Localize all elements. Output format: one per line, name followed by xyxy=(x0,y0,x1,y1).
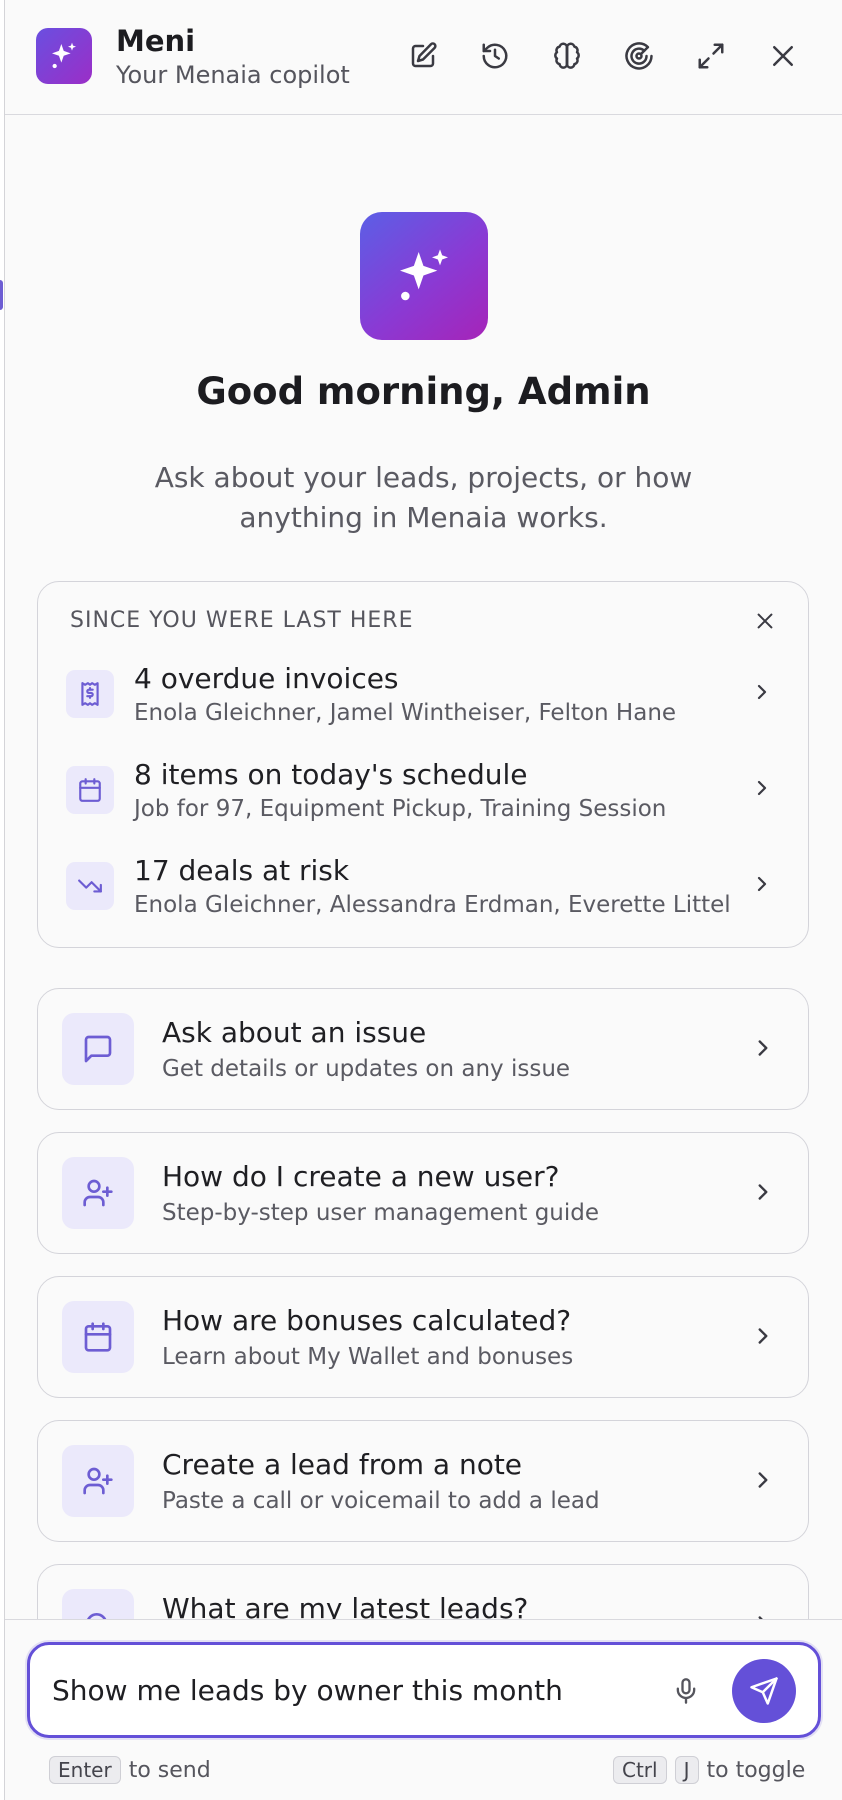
chevron-right-icon xyxy=(750,1323,776,1353)
j-key: J xyxy=(674,1756,699,1784)
summary-item-deals-at-risk[interactable]: 17 deals at risk Enola Gleichner, Alessa… xyxy=(38,854,808,944)
suggestion-ask-issue[interactable]: Ask about an issue Get details or update… xyxy=(37,988,809,1110)
summary-detail: Enola Gleichner, Alessandra Erdman, Ever… xyxy=(134,892,731,918)
sparkles-icon xyxy=(360,212,488,340)
sparkles-icon xyxy=(36,28,92,84)
intro-text: Ask about your leads, projects, or how a… xyxy=(154,461,693,534)
panel-title: Meni xyxy=(116,24,196,58)
chevron-right-icon xyxy=(750,872,774,900)
message-input[interactable] xyxy=(52,1665,652,1715)
chevron-right-icon xyxy=(750,680,774,708)
panel-header: Meni Your Menaia copilot xyxy=(5,0,842,115)
history-button[interactable] xyxy=(473,34,517,78)
send-icon xyxy=(750,1677,778,1705)
memory-button[interactable] xyxy=(545,34,589,78)
suggestion-detail: Paste a call or voicemail to add a lead xyxy=(162,1488,600,1514)
ctrl-key: Ctrl xyxy=(613,1756,667,1784)
close-icon xyxy=(757,613,773,629)
history-icon xyxy=(482,43,508,69)
summary-detail: Job for 97, Equipment Pickup, Training S… xyxy=(134,796,667,822)
microphone-icon xyxy=(676,1678,696,1704)
user-plus-icon xyxy=(62,1157,134,1229)
chevron-right-icon xyxy=(750,1035,776,1065)
suggestion-detail: Step-by-step user management guide xyxy=(162,1200,600,1226)
since-heading: SINCE YOU WERE LAST HERE xyxy=(70,608,414,633)
background-indicator xyxy=(0,280,3,310)
invoice-icon xyxy=(66,670,114,718)
summary-title: 8 items on today's schedule xyxy=(134,758,528,791)
summary-title: 17 deals at risk xyxy=(134,854,350,887)
radar-icon xyxy=(625,42,653,70)
panel-subtitle: Your Menaia copilot xyxy=(116,61,350,89)
chevron-right-icon xyxy=(750,1179,776,1209)
expand-button[interactable] xyxy=(689,34,733,78)
message-icon xyxy=(62,1013,134,1085)
calendar-icon xyxy=(66,766,114,814)
chevron-right-icon xyxy=(750,1467,776,1497)
toggle-hint-text: to toggle xyxy=(706,1757,806,1783)
voice-input-button[interactable] xyxy=(664,1669,708,1713)
dismiss-summary-button[interactable] xyxy=(750,606,780,636)
since-last-visit-card: SINCE YOU WERE LAST HERE 4 overdue invoi… xyxy=(37,581,809,948)
focus-button[interactable] xyxy=(617,34,661,78)
suggestion-bonuses[interactable]: How are bonuses calculated? Learn about … xyxy=(37,1276,809,1398)
brain-icon xyxy=(554,42,580,69)
summary-item-overdue-invoices[interactable]: 4 overdue invoices Enola Gleichner, Jame… xyxy=(38,662,808,752)
suggestion-detail: Get details or updates on any issue xyxy=(162,1056,571,1082)
suggestion-lead-from-note[interactable]: Create a lead from a note Paste a call o… xyxy=(37,1420,809,1542)
summary-item-schedule[interactable]: 8 items on today's schedule Job for 97, … xyxy=(38,758,808,848)
suggestion-title: How do I create a new user? xyxy=(162,1160,560,1193)
suggestion-detail: Learn about My Wallet and bonuses xyxy=(162,1344,574,1370)
message-composer xyxy=(27,1642,821,1738)
calendar-icon xyxy=(62,1301,134,1373)
expand-icon xyxy=(698,43,724,69)
close-icon xyxy=(773,46,793,66)
chevron-right-icon xyxy=(750,776,774,804)
enter-key: Enter xyxy=(49,1756,121,1784)
send-hint-text: to send xyxy=(128,1757,211,1783)
summary-detail: Enola Gleichner, Jamel Wintheiser, Felto… xyxy=(134,700,677,726)
suggestion-create-user[interactable]: How do I create a new user? Step-by-step… xyxy=(37,1132,809,1254)
user-plus-icon xyxy=(62,1445,134,1517)
composer-area: Enter to send Ctrl J to toggle xyxy=(5,1619,842,1800)
copilot-panel: Meni Your Menaia copilot Good morning, A… xyxy=(5,0,842,1800)
suggestion-title: Ask about an issue xyxy=(162,1016,427,1049)
greeting: Good morning, Admin xyxy=(196,370,651,413)
summary-title: 4 overdue invoices xyxy=(134,662,399,695)
send-hint: Enter to send xyxy=(49,1756,211,1784)
suggestion-title: How are bonuses calculated? xyxy=(162,1304,572,1337)
send-button[interactable] xyxy=(732,1659,796,1723)
close-button[interactable] xyxy=(761,34,805,78)
toggle-hint: Ctrl J to toggle xyxy=(613,1756,805,1784)
new-chat-button[interactable] xyxy=(401,34,445,78)
new-chat-icon xyxy=(411,42,437,68)
suggestion-title: Create a lead from a note xyxy=(162,1448,523,1481)
trending-down-icon xyxy=(66,862,114,910)
